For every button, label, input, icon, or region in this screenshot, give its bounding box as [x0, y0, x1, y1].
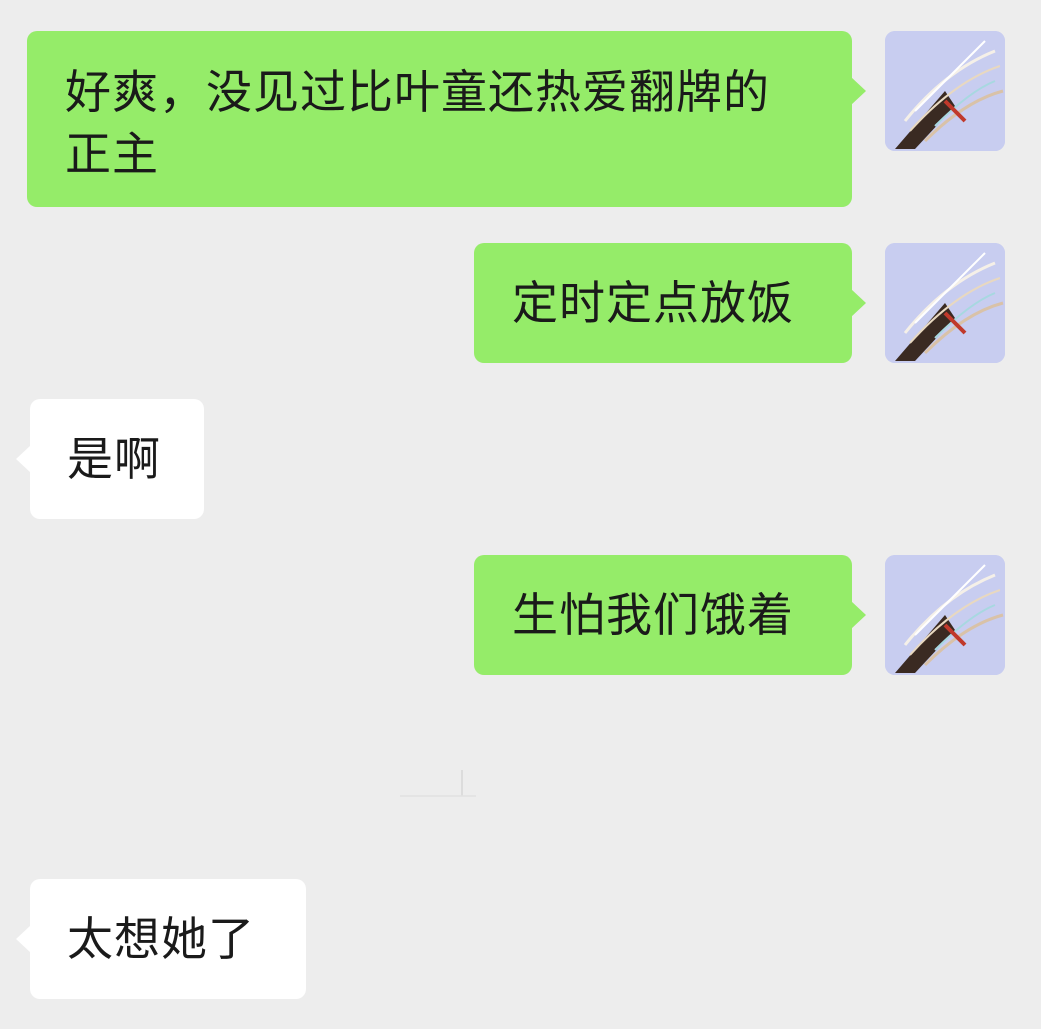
- user-avatar[interactable]: [885, 243, 1005, 363]
- sent-message-bubble[interactable]: 好爽，没见过比叶童还热爱翻牌的正主: [27, 31, 866, 207]
- message-text: 是啊: [67, 432, 161, 486]
- received-message-bubble[interactable]: 是啊: [16, 399, 204, 519]
- avatar-image-icon: [885, 555, 1005, 675]
- message-text: 太想她了: [67, 912, 255, 966]
- sent-message-bubble[interactable]: 定时定点放饭: [474, 243, 866, 363]
- chat-screen: { "messages": [ { "side": "sent", "text"…: [0, 0, 1041, 1029]
- sent-message-bubble[interactable]: 生怕我们饿着: [474, 555, 866, 675]
- message-text: 好爽，没见过比叶童还热爱翻牌的正主: [65, 65, 770, 181]
- user-avatar[interactable]: [885, 31, 1005, 151]
- message-text: 定时定点放饭: [512, 276, 794, 330]
- avatar-image-icon: [885, 31, 1005, 151]
- received-message-bubble[interactable]: 太想她了: [16, 879, 306, 999]
- message-text: 生怕我们饿着: [512, 588, 794, 642]
- user-avatar[interactable]: [885, 555, 1005, 675]
- avatar-image-icon: [885, 243, 1005, 363]
- faint-divider-mark: [400, 770, 476, 797]
